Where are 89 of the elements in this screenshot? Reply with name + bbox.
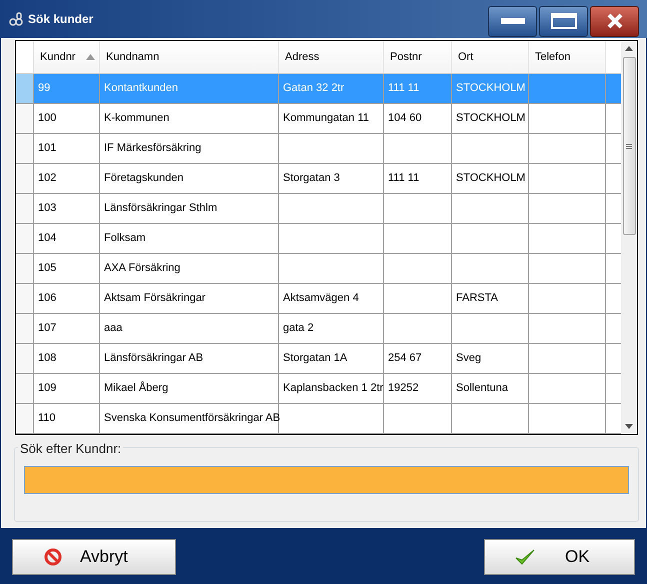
table-cell: 104 60 — [384, 104, 452, 133]
table-cell: 100 — [34, 104, 100, 133]
row-header[interactable] — [16, 164, 34, 193]
table-cell: Kommungatan 11 — [279, 104, 384, 133]
table-cell: 105 — [34, 254, 100, 283]
table-cell: Företagskunden — [100, 164, 279, 193]
table-cell: Sveg — [452, 344, 529, 373]
table-cell: 102 — [34, 164, 100, 193]
table-cell: Svenska Konsumentförsäkringar AB — [100, 404, 279, 433]
search-field[interactable] — [24, 466, 629, 494]
table-cell: Folksam — [100, 224, 279, 253]
table-cell: 107 — [34, 314, 100, 343]
row-header[interactable] — [16, 134, 34, 163]
row-header[interactable] — [16, 254, 34, 283]
table-cell: STOCKHOLM — [452, 104, 529, 133]
row-header[interactable] — [16, 404, 34, 433]
table-cell: aaa — [100, 314, 279, 343]
maximize-icon — [550, 13, 576, 29]
row-header[interactable] — [16, 284, 34, 313]
table-cell: 101 — [34, 134, 100, 163]
table-row[interactable]: 103 Länsförsäkringar Sthlm — [16, 194, 621, 224]
column-header[interactable]: Kundnr — [34, 41, 100, 73]
table-cell: Aktsamvägen 4 — [279, 284, 384, 313]
ok-button[interactable]: OK — [484, 539, 635, 575]
column-header[interactable]: Kundnamn — [100, 41, 279, 73]
table-row[interactable]: 108 Länsförsäkringar AB Storgatan 1A 254 67 Sveg — [16, 344, 621, 374]
close-button[interactable] — [590, 6, 639, 36]
row-header[interactable] — [16, 344, 34, 373]
grip-icon — [626, 144, 632, 148]
table-cell: Sollentuna — [452, 374, 529, 403]
row-header[interactable] — [16, 314, 34, 343]
minimize-button[interactable] — [488, 6, 537, 36]
column-header[interactable]: Adress — [279, 41, 384, 73]
table-cell: 110 — [34, 404, 100, 433]
row-header[interactable] — [16, 224, 34, 253]
table-cell: 104 — [34, 224, 100, 253]
column-header[interactable]: Ort — [452, 41, 529, 73]
table-cell: Storgatan 3 — [279, 164, 384, 193]
column-header[interactable]: Postnr — [384, 41, 452, 73]
table-cell: Kaplansbacken 1 2tr — [279, 374, 384, 403]
maximize-button[interactable] — [539, 6, 588, 36]
table-cell: 108 — [34, 344, 100, 373]
table-cell: 111 11 — [384, 164, 452, 193]
table-cell: 254 67 — [384, 344, 452, 373]
table-cell: Gatan 32 2tr — [279, 74, 384, 103]
table-row[interactable]: 110 Svenska Konsumentförsäkringar AB — [16, 404, 621, 434]
table-cell: gata 2 — [279, 314, 384, 343]
close-icon — [606, 13, 622, 29]
window-title: Sök kunder — [28, 11, 94, 28]
row-header[interactable] — [16, 74, 34, 103]
cancel-button[interactable]: Avbryt — [12, 539, 176, 575]
scroll-down-icon — [625, 424, 633, 429]
table-row[interactable]: 104 Folksam — [16, 224, 621, 254]
scroll-up-icon — [625, 46, 633, 51]
table-cell: IF Märkesförsäkring — [100, 134, 279, 163]
table-cell: 19252 — [384, 374, 452, 403]
table-cell: STOCKHOLM — [452, 164, 529, 193]
minimize-icon — [500, 18, 524, 24]
table-row[interactable]: 106 Aktsam Försäkringar Aktsamvägen 4 FARSTA — [16, 284, 621, 314]
table-cell: 111 11 — [384, 74, 452, 103]
table-cell: 103 — [34, 194, 100, 223]
app-icon — [8, 11, 24, 27]
row-header[interactable] — [16, 374, 34, 403]
row-header[interactable] — [16, 194, 34, 223]
column-header[interactable]: Telefon — [529, 41, 606, 73]
table-cell: STOCKHOLM — [452, 74, 529, 103]
scrollbar-thumb[interactable] — [622, 57, 636, 235]
table-cell: FARSTA — [452, 284, 529, 313]
table-row[interactable]: 107 aaa gata 2 — [16, 314, 621, 344]
vertical-scrollbar[interactable] — [621, 41, 637, 434]
table-cell: 109 — [34, 374, 100, 403]
prohibited-icon — [44, 548, 62, 566]
table-cell: Kontantkunden — [100, 74, 279, 103]
table-cell: Länsförsäkringar Sthlm — [100, 194, 279, 223]
checkmark-icon — [515, 548, 535, 566]
table-row[interactable]: 102 Företagskunden Storgatan 3 111 11 STOCKHOLM — [16, 164, 621, 194]
table-cell: Mikael Åberg — [100, 374, 279, 403]
table-row[interactable]: 105 AXA Försäkring — [16, 254, 621, 284]
table-cell: Storgatan 1A — [279, 344, 384, 373]
table-cell: 106 — [34, 284, 100, 313]
table-row[interactable]: 109 Mikael Åberg Kaplansbacken 1 2tr 19252 Sollentuna — [16, 374, 621, 404]
table-cell: Länsförsäkringar AB — [100, 344, 279, 373]
row-header[interactable] — [16, 104, 34, 133]
table-row[interactable]: 101 IF Märkesförsäkring — [16, 134, 621, 164]
table-row[interactable]: 100 K-kommunen Kommungatan 11 104 60 STOCKHOLM — [16, 104, 621, 134]
table-cell: Aktsam Försäkringar — [100, 284, 279, 313]
table-cell: AXA Försäkring — [100, 254, 279, 283]
table-cell: K-kommunen — [100, 104, 279, 133]
table-cell: 99 — [34, 74, 100, 103]
